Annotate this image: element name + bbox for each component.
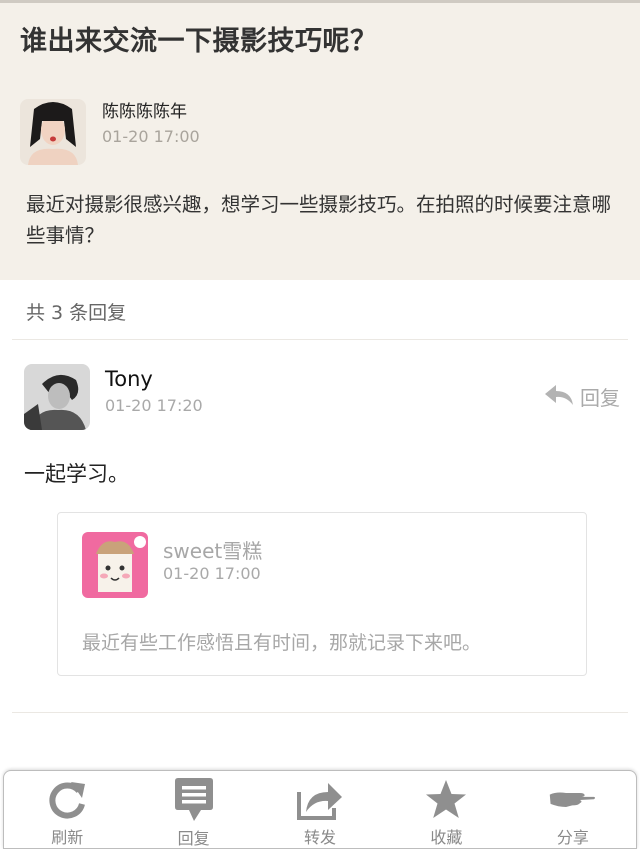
reply-count: 共 3 条回复: [26, 302, 127, 324]
forward-icon: [296, 777, 344, 822]
share-label: 分享: [556, 828, 589, 847]
quote-timestamp: 01-20 17:00: [163, 564, 261, 583]
comment-button[interactable]: 回复: [130, 771, 256, 848]
star-icon: [422, 777, 470, 822]
forward-button[interactable]: 转发: [257, 771, 383, 848]
quoted-reply: sweet雪糕 01-20 17:00 最近有些工作感悟且有时间，那就记录下来吧…: [57, 512, 587, 676]
refresh-button[interactable]: 刷新: [4, 771, 130, 848]
favorite-button[interactable]: 收藏: [383, 771, 509, 848]
comment-label: 回复: [177, 829, 210, 848]
quote-author-name[interactable]: sweet雪糕: [163, 535, 262, 564]
share-hand-icon: [549, 777, 597, 822]
reply-timestamp: 01-20 17:20: [105, 396, 203, 415]
divider: [12, 712, 628, 713]
comment-icon: [170, 777, 218, 823]
post-body: 最近对摄影很感兴趣，想学习一些摄影技巧。在拍照的时候要注意哪些事情？: [26, 193, 612, 247]
reply-button[interactable]: 回复: [544, 382, 620, 411]
reply-content: 一起学习。: [24, 462, 129, 486]
reply-author-avatar[interactable]: [24, 364, 90, 430]
quote-author-avatar[interactable]: [82, 532, 148, 598]
bottom-toolbar: 刷新 回复 转发 收藏 分享: [3, 770, 637, 849]
reply-author-name[interactable]: Tony: [105, 367, 153, 391]
post-header: 谁出来交流一下摄影技巧呢？ 陈陈陈陈年 01-20 17:00 最近对摄影很感兴…: [0, 0, 640, 280]
post-timestamp: 01-20 17:00: [102, 127, 200, 146]
post-author-avatar[interactable]: [20, 99, 86, 165]
divider: [12, 339, 628, 340]
reply-arrow-icon: [544, 384, 574, 410]
refresh-label: 刷新: [51, 828, 84, 847]
forward-label: 转发: [304, 828, 337, 847]
favorite-label: 收藏: [430, 828, 463, 847]
post-author-name[interactable]: 陈陈陈陈年: [102, 97, 187, 122]
share-button[interactable]: 分享: [510, 771, 636, 848]
quote-text: 最近有些工作感悟且有时间，那就记录下来吧。: [82, 632, 482, 654]
reply-button-label: 回复: [580, 386, 620, 410]
post-title: 谁出来交流一下摄影技巧呢？: [20, 26, 378, 57]
refresh-icon: [43, 777, 91, 822]
